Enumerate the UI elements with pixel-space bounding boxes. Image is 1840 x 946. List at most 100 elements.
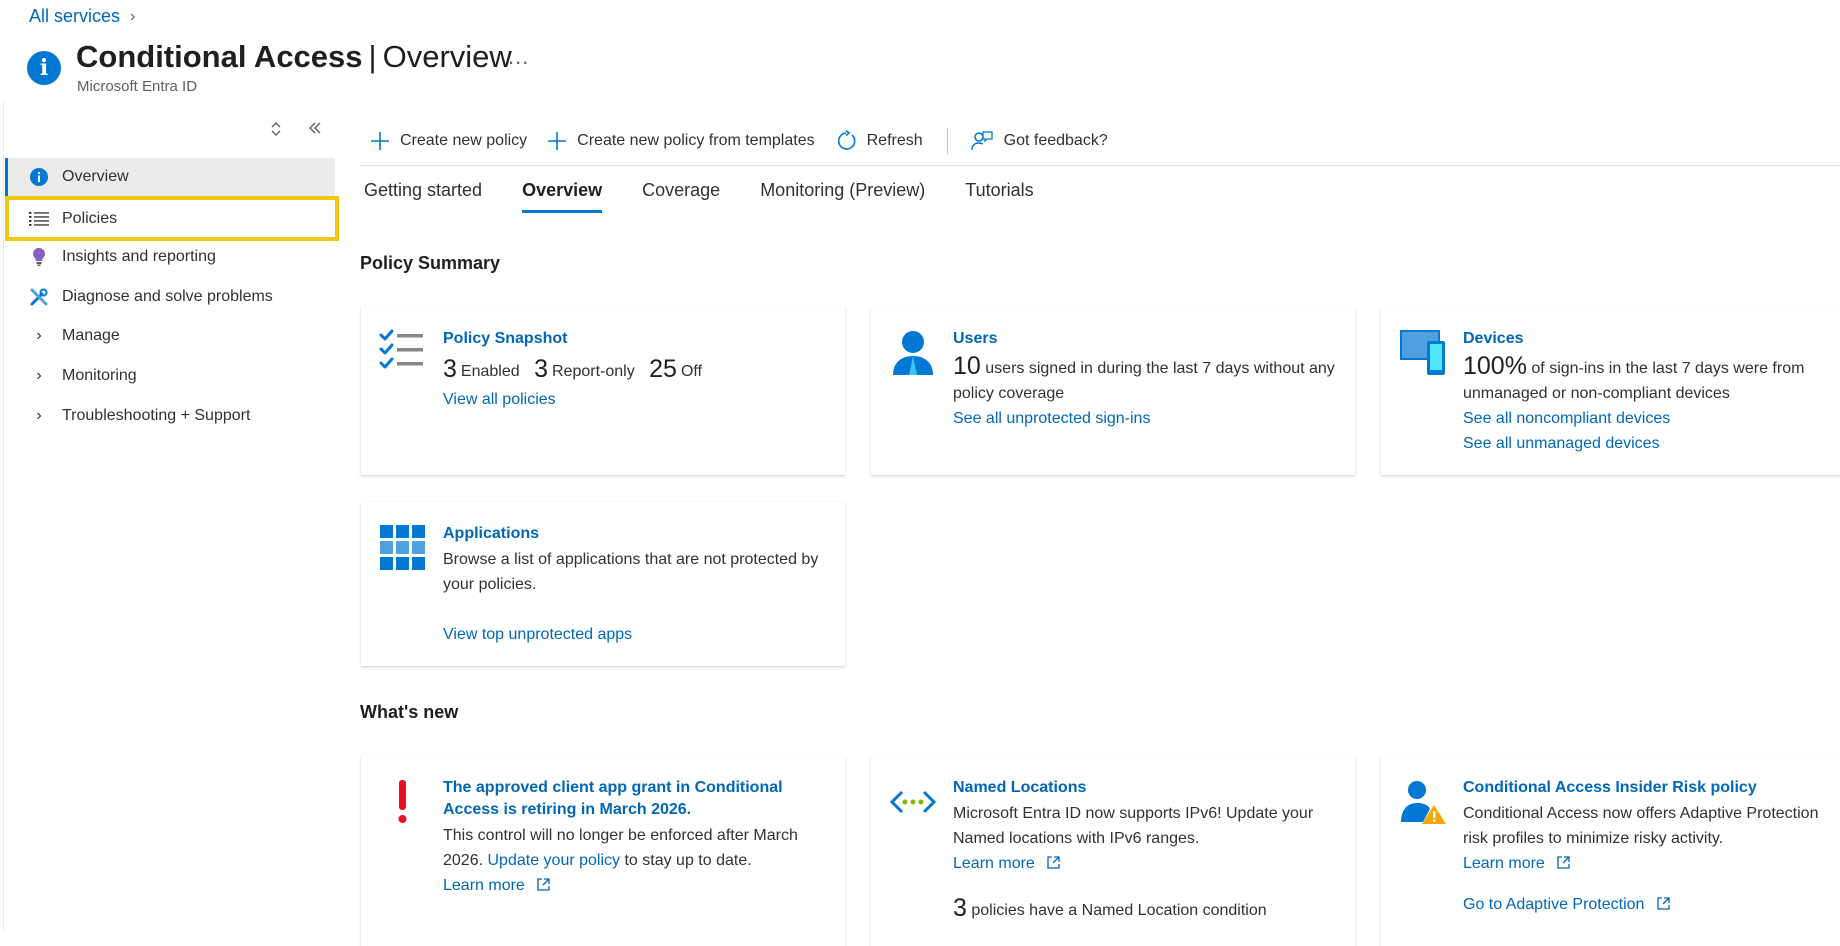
- chevron-right-icon: ›: [36, 327, 42, 344]
- grant-text-after: to stay up to date.: [624, 852, 752, 869]
- users-title[interactable]: Users: [953, 328, 1339, 350]
- noncompliant-devices-link[interactable]: See all noncompliant devices: [1463, 406, 1840, 431]
- plus-icon: [371, 132, 389, 150]
- named-location-count: 3: [953, 894, 967, 922]
- sidebar-item-label: Troubleshooting + Support: [62, 407, 251, 424]
- lightbulb-icon: [27, 245, 51, 269]
- sidebar-item-policies[interactable]: Policies: [5, 196, 339, 241]
- insider-risk-card: Conditional Access Insider Risk policy C…: [1381, 756, 1840, 946]
- insider-risk-text: Conditional Access now offers Adaptive P…: [1463, 805, 1819, 847]
- top-unprotected-apps-link[interactable]: View top unprotected apps: [443, 622, 829, 647]
- sidebar-item-insights[interactable]: Insights and reporting: [5, 238, 335, 276]
- policy-counts: 3 Enabled 3 Report-only 25 Off: [443, 354, 829, 387]
- sidebar-item-diagnose[interactable]: Diagnose and solve problems: [5, 278, 335, 316]
- applications-text: Browse a list of applications that are n…: [443, 551, 819, 593]
- feedback-button[interactable]: Got feedback?: [970, 130, 1108, 152]
- sidebar-item-label: Monitoring: [62, 367, 137, 384]
- applications-title[interactable]: Applications: [443, 523, 829, 545]
- view-all-policies-link[interactable]: View all policies: [443, 387, 829, 412]
- breadcrumb: All services ›: [29, 6, 135, 27]
- named-learn-more[interactable]: Learn more: [953, 851, 1339, 876]
- left-panel-border: [3, 100, 4, 932]
- devices-percent: 100%: [1463, 352, 1527, 380]
- plus-icon: [548, 132, 567, 150]
- learn-more-link[interactable]: Learn more: [1463, 855, 1545, 872]
- off-label: Off: [680, 363, 702, 380]
- breadcrumb-all-services[interactable]: All services: [29, 6, 120, 27]
- insider-risk-title[interactable]: Conditional Access Insider Risk policy: [1463, 777, 1840, 799]
- chevron-right-icon: ›: [130, 7, 136, 25]
- page-title-main: Conditional Access: [76, 39, 363, 74]
- users-text: users signed in during the last 7 days w…: [953, 360, 1335, 402]
- service-subtitle: Microsoft Entra ID: [77, 78, 198, 95]
- client-app-grant-title[interactable]: The approved client app grant in Conditi…: [443, 777, 829, 821]
- tab-overview[interactable]: Overview: [522, 180, 603, 213]
- external-link-icon: [1047, 856, 1060, 869]
- external-link-icon: [1557, 856, 1570, 869]
- sort-icon[interactable]: [270, 121, 282, 142]
- info-icon: i: [27, 51, 61, 85]
- client-app-grant-text: This control will no longer be enforced …: [443, 823, 829, 873]
- users-card: Users 10 users signed in during the last…: [871, 307, 1355, 475]
- learn-more-link[interactable]: Learn more: [443, 877, 525, 894]
- sidebar-item-troubleshooting[interactable]: › Troubleshooting + Support: [5, 397, 335, 435]
- policy-snapshot-card: Policy Snapshot 3 Enabled 3 Report-only 25…: [361, 307, 845, 475]
- sidebar-item-label: Insights and reporting: [62, 248, 216, 265]
- off-count: 25: [649, 355, 677, 383]
- collapse-sidebar-icon[interactable]: [308, 121, 322, 142]
- toolbar-separator: [360, 165, 1840, 166]
- devices-title[interactable]: Devices: [1463, 328, 1840, 350]
- tab-getting-started[interactable]: Getting started: [364, 180, 482, 213]
- named-location-icon: [889, 778, 937, 826]
- page-title: Conditional Access | Overview: [76, 39, 512, 75]
- learn-more-link[interactable]: Learn more: [953, 855, 1035, 872]
- create-from-templates-button[interactable]: Create new policy from templates: [547, 131, 815, 151]
- adaptive-protection-link-row[interactable]: Go to Adaptive Protection: [1463, 892, 1840, 917]
- create-from-templates-label: Create new policy from templates: [577, 132, 815, 149]
- sidebar-item-manage[interactable]: › Manage: [5, 317, 335, 355]
- grant-learn-more[interactable]: Learn more: [443, 873, 829, 898]
- users-count: 10: [953, 352, 981, 380]
- refresh-button[interactable]: Refresh: [835, 130, 923, 152]
- named-locations-title[interactable]: Named Locations: [953, 777, 1339, 799]
- tab-monitoring[interactable]: Monitoring (Preview): [760, 180, 925, 213]
- refresh-icon: [837, 130, 856, 150]
- tab-bar: Getting started Overview Coverage Monito…: [364, 180, 1074, 213]
- named-locations-card: Named Locations Microsoft Entra ID now s…: [871, 756, 1355, 946]
- list-icon: [27, 207, 51, 231]
- sidebar-item-label: Diagnose and solve problems: [62, 288, 273, 305]
- applications-card: Applications Browse a list of applicatio…: [361, 502, 845, 666]
- insider-learn-more[interactable]: Learn more: [1463, 851, 1840, 876]
- whats-new-heading: What's new: [360, 702, 459, 722]
- user-warning-icon: [1399, 778, 1447, 826]
- info-icon: [27, 165, 51, 189]
- page-title-sub: Overview: [382, 39, 512, 74]
- devices-card: Devices 100% of sign-ins in the last 7 d…: [1381, 307, 1840, 475]
- sidebar-item-overview[interactable]: Overview: [5, 158, 335, 196]
- command-bar: Create new policy Create new policy from…: [370, 128, 1128, 154]
- external-link-icon: [1657, 897, 1670, 910]
- sidebar-item-monitoring[interactable]: › Monitoring: [5, 357, 335, 395]
- unprotected-signins-link[interactable]: See all unprotected sign-ins: [953, 406, 1339, 431]
- named-location-count-text: policies have a Named Location condition: [971, 902, 1267, 919]
- update-policy-link[interactable]: Update your policy: [488, 852, 621, 869]
- report-only-label: Report-only: [551, 363, 635, 380]
- named-location-policy-count: 3 policies have a Named Location conditi…: [953, 896, 1339, 923]
- more-options-button[interactable]: ...: [508, 44, 529, 70]
- enabled-label: Enabled: [460, 363, 520, 380]
- unmanaged-devices-link[interactable]: See all unmanaged devices: [1463, 431, 1840, 456]
- create-policy-button[interactable]: Create new policy: [370, 131, 527, 151]
- report-only-count: 3: [534, 355, 548, 383]
- sidebar-item-label: Manage: [62, 327, 120, 344]
- tab-tutorials[interactable]: Tutorials: [965, 180, 1033, 213]
- chevron-right-icon: ›: [36, 407, 42, 424]
- sidebar-item-label: Overview: [62, 168, 129, 185]
- toolbar-divider: [946, 128, 948, 154]
- apps-grid-icon: [379, 524, 427, 572]
- refresh-label: Refresh: [866, 132, 923, 149]
- adaptive-protection-link[interactable]: Go to Adaptive Protection: [1463, 896, 1644, 913]
- client-app-grant-card: The approved client app grant in Conditi…: [361, 756, 845, 946]
- external-link-icon: [537, 878, 550, 891]
- tab-coverage[interactable]: Coverage: [642, 180, 720, 213]
- policy-snapshot-title[interactable]: Policy Snapshot: [443, 328, 829, 350]
